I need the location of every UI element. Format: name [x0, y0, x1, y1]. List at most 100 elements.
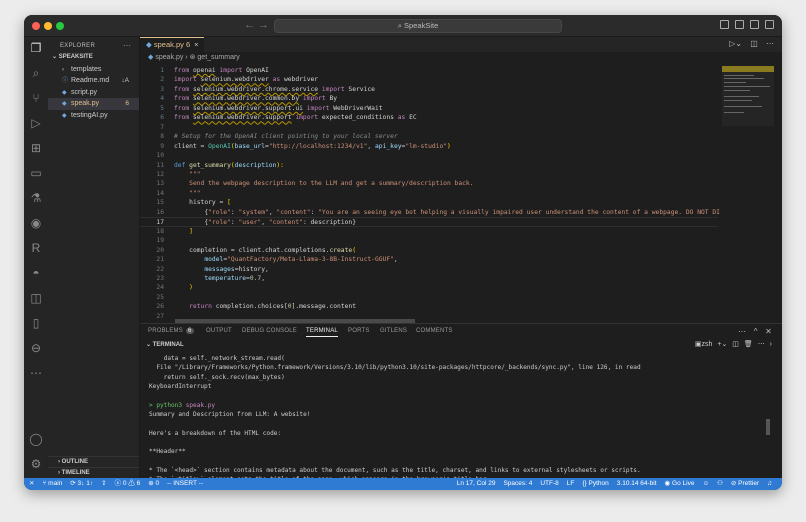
more-actions-icon[interactable]: ⋯: [766, 39, 774, 48]
back-arrow-icon[interactable]: ←: [244, 19, 255, 31]
line-number: 20: [156, 246, 164, 254]
notifications-bell-icon[interactable]: ♫: [767, 478, 772, 490]
indentation[interactable]: Spaces: 4: [503, 478, 532, 490]
panel-tab-terminal[interactable]: TERMINAL: [306, 328, 338, 337]
panel-tab-ports[interactable]: PORTS: [348, 328, 370, 334]
toggle-sidebar-icon[interactable]: [720, 20, 729, 29]
minimap[interactable]: [722, 66, 774, 126]
prettier-item[interactable]: ⊘ Prettier: [731, 478, 759, 490]
docker-icon[interactable]: ◓: [29, 266, 43, 280]
panel-tab-gitlens[interactable]: GITLENS: [380, 328, 407, 334]
code-line: 12 """: [140, 170, 718, 179]
settings-gear-icon[interactable]: ⚙: [29, 457, 43, 471]
close-window-button[interactable]: [32, 22, 40, 30]
code-token: [: [227, 199, 231, 207]
remote-icon[interactable]: ⨯: [29, 478, 34, 490]
copilot-icon[interactable]: ⚇: [717, 478, 723, 490]
sync-item[interactable]: ⟳ 3↓ 1↑: [70, 478, 93, 490]
cursor-position[interactable]: Ln 17, Col 29: [457, 478, 496, 490]
tab-speak-py[interactable]: ◆ speak.py 6 ×: [140, 37, 204, 52]
terminal-output[interactable]: data = self._network_stream.read( File "…: [140, 354, 782, 490]
outline-section[interactable]: › OUTLINE: [48, 456, 139, 467]
panel-tab-output[interactable]: OUTPUT: [206, 328, 232, 334]
line-number: 2: [160, 76, 164, 84]
r-icon[interactable]: R: [29, 241, 43, 255]
testing-flask-icon[interactable]: ⚗: [29, 191, 43, 205]
account-icon[interactable]: ◯: [29, 432, 43, 446]
more-icon[interactable]: ⋯: [758, 341, 765, 348]
run-debug-icon[interactable]: ▷: [29, 116, 43, 130]
code-token: ].message.content: [291, 303, 356, 311]
terminal-title: TERMINAL: [152, 342, 184, 348]
source-control-icon[interactable]: ⑂: [29, 91, 43, 105]
maximize-window-button[interactable]: [56, 22, 64, 30]
forward-arrow-icon[interactable]: →: [258, 19, 269, 31]
problems-item[interactable]: ⓧ 0 ⚠ 6: [115, 478, 141, 490]
file-item[interactable]: ◆ speak.py 6: [48, 98, 139, 110]
publish-icon[interactable]: ⇪: [101, 478, 106, 490]
more-icon[interactable]: ⋯: [29, 366, 43, 380]
more-icon[interactable]: ⋯: [738, 327, 746, 336]
terminal-line: * The `<head>` section contains metadata…: [149, 467, 641, 475]
shell-label[interactable]: zsh: [702, 341, 713, 348]
split-terminal-icon[interactable]: ◫: [732, 341, 739, 348]
explorer-icon[interactable]: ❐: [29, 41, 43, 55]
gitlens-icon[interactable]: ⊖: [29, 341, 43, 355]
notebook-icon[interactable]: ▯: [29, 316, 43, 330]
feedback-icon[interactable]: ☺: [702, 478, 709, 490]
maximize-panel-icon[interactable]: ^: [754, 327, 758, 336]
file-item[interactable]: › templates: [48, 64, 139, 76]
prettier-label: Prettier: [738, 480, 760, 487]
terminal-scrollbar[interactable]: [766, 419, 770, 435]
trash-icon[interactable]: 🗑: [744, 341, 753, 348]
language-mode[interactable]: {} Python: [582, 478, 608, 490]
remote-explorer-icon[interactable]: ▭: [29, 166, 43, 180]
encoding[interactable]: UTF-8: [540, 478, 558, 490]
code-token: import: [174, 76, 201, 84]
chevron-right-icon[interactable]: ›: [770, 341, 772, 348]
file-item[interactable]: ◆ testingAI.py: [48, 110, 139, 122]
code-line: 16 {"role": "system", "content": "You ar…: [140, 208, 720, 217]
windows-icon[interactable]: ◫: [29, 291, 43, 305]
code-token: "http://localhost:1234/v1": [268, 142, 368, 150]
extensions-icon[interactable]: ⊞: [29, 141, 43, 155]
new-terminal-icon[interactable]: +⌄: [717, 341, 727, 348]
breadcrumb-symbol[interactable]: get_summary: [197, 54, 239, 61]
breadcrumb: ◆ speak.py › ⊛ get_summary: [148, 54, 240, 61]
code-token: "system": [238, 208, 269, 216]
code-editor[interactable]: 1 from openai import OpenAI 2 import seleni…: [140, 66, 720, 321]
code-token: import: [215, 67, 247, 74]
customize-layout-icon[interactable]: [765, 20, 774, 29]
branch-item[interactable]: ⑂ main: [42, 478, 62, 490]
breadcrumb-file[interactable]: speak.py: [155, 54, 183, 61]
go-live-button[interactable]: ◉ Go Live: [665, 478, 695, 490]
toggle-secondary-sidebar-icon[interactable]: [750, 20, 759, 29]
line-ending[interactable]: LF: [567, 478, 575, 490]
folder-speaksite[interactable]: ⌄ SPEAKSITE: [48, 52, 139, 64]
github-icon[interactable]: ◉: [29, 216, 43, 230]
go-live-label: Go Live: [672, 480, 695, 487]
panel-tab-debug-console[interactable]: DEBUG CONSOLE: [242, 328, 297, 334]
panel-tab-comments[interactable]: COMMENTS: [416, 328, 453, 334]
code-token: # Setup for the OpenAI client pointing t…: [174, 133, 398, 141]
close-panel-icon[interactable]: ✕: [765, 327, 772, 336]
toggle-panel-icon[interactable]: [735, 20, 744, 29]
code-token: get_summary: [189, 161, 231, 169]
explorer-more-icon[interactable]: ···: [123, 41, 131, 50]
minimize-window-button[interactable]: [44, 22, 52, 30]
panel-tab-problems[interactable]: PROBLEMS 6: [148, 328, 194, 334]
code-line: 7: [140, 123, 718, 132]
line-number: 15: [156, 199, 164, 207]
file-item[interactable]: ◆ script.py: [48, 87, 139, 99]
search-icon[interactable]: ⌕: [29, 66, 43, 80]
run-icon[interactable]: ▷⌄: [729, 39, 742, 48]
file-item[interactable]: ⓘ Readme.md ↓A: [48, 75, 139, 87]
command-center-search[interactable]: ⌕ SpeakSite: [274, 19, 562, 33]
timeline-section[interactable]: › TIMELINE: [48, 467, 139, 478]
code-token: temperature: [204, 274, 247, 282]
code-token: ): [174, 284, 193, 292]
ports-item[interactable]: ⊕ 0: [148, 478, 159, 490]
close-tab-icon[interactable]: ×: [194, 40, 198, 49]
split-editor-icon[interactable]: ◫: [750, 39, 758, 48]
python-interpreter[interactable]: 3.10.14 64-bit: [617, 478, 657, 490]
